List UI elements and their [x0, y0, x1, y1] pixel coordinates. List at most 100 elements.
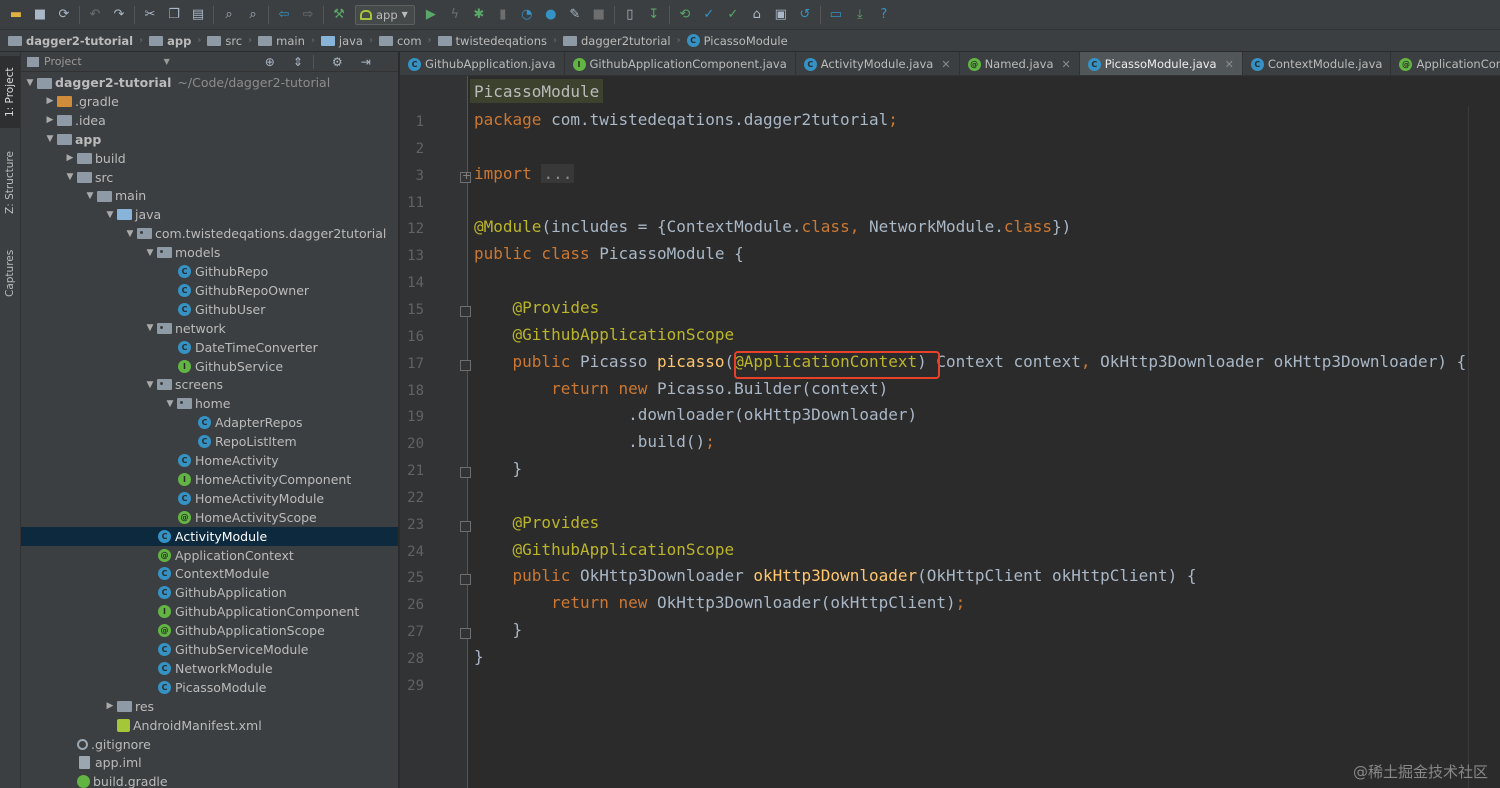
expand-arrow-down-icon[interactable]: ▼	[83, 191, 97, 201]
editor-tab[interactable]: C GithubApplication.java	[400, 52, 565, 75]
vcs-compare-icon[interactable]: ▣	[771, 5, 791, 25]
sync-icon[interactable]: ⟳	[54, 5, 74, 25]
close-icon[interactable]: ✕	[1225, 58, 1234, 71]
tree-item[interactable]: ▼ src	[21, 168, 398, 187]
tree-item[interactable]: ▼ dagger2-tutorial ~/Code/dagger2-tutorial	[21, 73, 398, 92]
editor-tab[interactable]: @ApplicationContext.java	[1391, 52, 1500, 75]
fold-expand-icon[interactable]	[460, 169, 471, 183]
breadcrumb-item[interactable]: app ›	[149, 34, 203, 48]
tree-item[interactable]: app.iml	[21, 753, 398, 772]
expand-arrow-right-icon[interactable]: ▶	[43, 96, 57, 106]
project-view-select[interactable]: Project	[44, 55, 82, 68]
make-hammer-icon[interactable]: ⚒	[329, 5, 349, 25]
chevron-down-icon[interactable]: ▼	[164, 57, 170, 66]
project-tool-tab[interactable]: 1: Project	[0, 56, 20, 128]
expand-arrow-down-icon[interactable]: ▼	[63, 172, 77, 182]
tree-item[interactable]: ▶ build	[21, 149, 398, 168]
tree-item[interactable]: ▼ java	[21, 205, 398, 224]
tree-item[interactable]: C GithubRepo	[21, 262, 398, 281]
expand-arrow-down-icon[interactable]: ▼	[23, 78, 37, 88]
tree-item[interactable]: I GithubApplicationComponent	[21, 602, 398, 621]
expand-arrow-down-icon[interactable]: ▼	[143, 248, 157, 258]
target-icon[interactable]: ⊕	[265, 55, 275, 69]
breadcrumb-item[interactable]: dagger2tutorial ›	[562, 34, 683, 48]
tree-item[interactable]: @ HomeActivityScope	[21, 508, 398, 527]
tree-item[interactable]: ▶ res	[21, 697, 398, 716]
tree-item[interactable]: ▼ app	[21, 130, 398, 149]
tree-item[interactable]: C ContextModule	[21, 564, 398, 583]
tree-item[interactable]: C NetworkModule	[21, 659, 398, 678]
vcs-update-icon[interactable]: ⟲	[675, 5, 695, 25]
editor-tab[interactable]: C ActivityModule.java ✕	[796, 52, 960, 75]
tree-item[interactable]: .gitignore	[21, 735, 398, 754]
tree-item[interactable]: C GithubUser	[21, 300, 398, 319]
expand-arrow-down-icon[interactable]: ▼	[43, 134, 57, 144]
breadcrumb-item[interactable]: dagger2-tutorial ›	[8, 34, 145, 48]
vcs-commit-icon[interactable]: ✓	[699, 5, 719, 25]
tree-item[interactable]: ▼ models	[21, 243, 398, 262]
tree-item[interactable]: C HomeActivityModule	[21, 489, 398, 508]
stop-icon[interactable]: ■	[589, 5, 609, 25]
avd-manager-icon[interactable]: ▯	[620, 5, 640, 25]
breadcrumb-item[interactable]: java ›	[320, 34, 375, 48]
tree-item[interactable]: C RepoListItem	[21, 432, 398, 451]
debug-icon[interactable]: ✱	[469, 5, 489, 25]
forward-arrow-icon[interactable]: ⇨	[298, 5, 318, 25]
tree-item[interactable]: ▼ main	[21, 186, 398, 205]
profile-icon[interactable]: ◔	[517, 5, 537, 25]
expand-arrow-down-icon[interactable]: ▼	[163, 399, 177, 409]
collapse-icon[interactable]: ⇕	[293, 55, 303, 69]
expand-arrow-right-icon[interactable]: ▶	[43, 115, 57, 125]
tree-item[interactable]: ▼ screens	[21, 375, 398, 394]
vcs-push-icon[interactable]: ✓	[723, 5, 743, 25]
copy-icon[interactable]: ❐	[164, 5, 184, 25]
run-config-select[interactable]: app ▼	[355, 4, 415, 25]
tree-item[interactable]: C GithubServiceModule	[21, 640, 398, 659]
fold-collapse-icon[interactable]	[460, 359, 471, 371]
undo-icon[interactable]: ↶	[85, 5, 105, 25]
project-structure-icon[interactable]: ▭	[826, 5, 846, 25]
structure-tool-tab[interactable]: Z: Structure	[0, 142, 20, 224]
open-folder-icon[interactable]: ▬	[6, 5, 26, 25]
help-icon[interactable]: ?	[874, 5, 894, 25]
breadcrumb-item[interactable]: C PicassoModule	[686, 34, 788, 48]
tree-item[interactable]: @ ApplicationContext	[21, 546, 398, 565]
expand-arrow-right-icon[interactable]: ▶	[63, 153, 77, 163]
tree-item[interactable]: ▶ .gradle	[21, 92, 398, 111]
paste-icon[interactable]: ▤	[188, 5, 208, 25]
vcs-history-icon[interactable]: ⌂	[747, 5, 767, 25]
close-icon[interactable]: ✕	[1062, 58, 1071, 71]
breadcrumb-item[interactable]: main ›	[258, 34, 317, 48]
tree-item[interactable]: AndroidManifest.xml	[21, 716, 398, 735]
tree-item[interactable]: ▼ network	[21, 319, 398, 338]
gear-icon[interactable]: ⚙	[332, 55, 343, 69]
find-icon[interactable]: ⌕	[219, 5, 239, 25]
gradle-sync-icon[interactable]: ✎	[565, 5, 585, 25]
attach-debugger-icon[interactable]: ●	[541, 5, 561, 25]
coverage-icon[interactable]: ▮	[493, 5, 513, 25]
close-icon[interactable]: ✕	[941, 58, 950, 71]
tree-item[interactable]: C PicassoModule	[21, 678, 398, 697]
tree-item[interactable]: C GithubRepoOwner	[21, 281, 398, 300]
apply-changes-icon[interactable]: ϟ	[445, 5, 465, 25]
expand-arrow-down-icon[interactable]: ▼	[123, 229, 137, 239]
breadcrumb-item[interactable]: twistedeqations ›	[437, 34, 559, 48]
breadcrumb-item[interactable]: src ›	[207, 34, 254, 48]
editor-tab[interactable]: C PicassoModule.java ✕	[1079, 52, 1243, 75]
replace-icon[interactable]: ⌕	[243, 5, 263, 25]
tree-item[interactable]: I HomeActivityComponent	[21, 470, 398, 489]
fold-collapse-icon[interactable]	[460, 305, 471, 317]
fold-collapse-icon[interactable]	[460, 467, 471, 479]
expand-arrow-down-icon[interactable]: ▼	[103, 210, 117, 220]
editor-tab[interactable]: I GithubApplicationComponent.java	[565, 52, 796, 75]
tree-item[interactable]: C ActivityModule	[21, 526, 398, 546]
redo-icon[interactable]: ↷	[109, 5, 129, 25]
class-navigation-chip[interactable]: PicassoModule	[470, 79, 604, 103]
tree-item[interactable]: C GithubApplication	[21, 583, 398, 602]
save-all-icon[interactable]: ■	[30, 5, 50, 25]
fold-collapse-icon[interactable]	[460, 628, 471, 640]
expand-arrow-right-icon[interactable]: ▶	[103, 701, 117, 711]
tree-item[interactable]: C HomeActivity	[21, 451, 398, 470]
tree-item[interactable]: build.gradle	[21, 772, 398, 788]
back-arrow-icon[interactable]: ⇦	[274, 5, 294, 25]
